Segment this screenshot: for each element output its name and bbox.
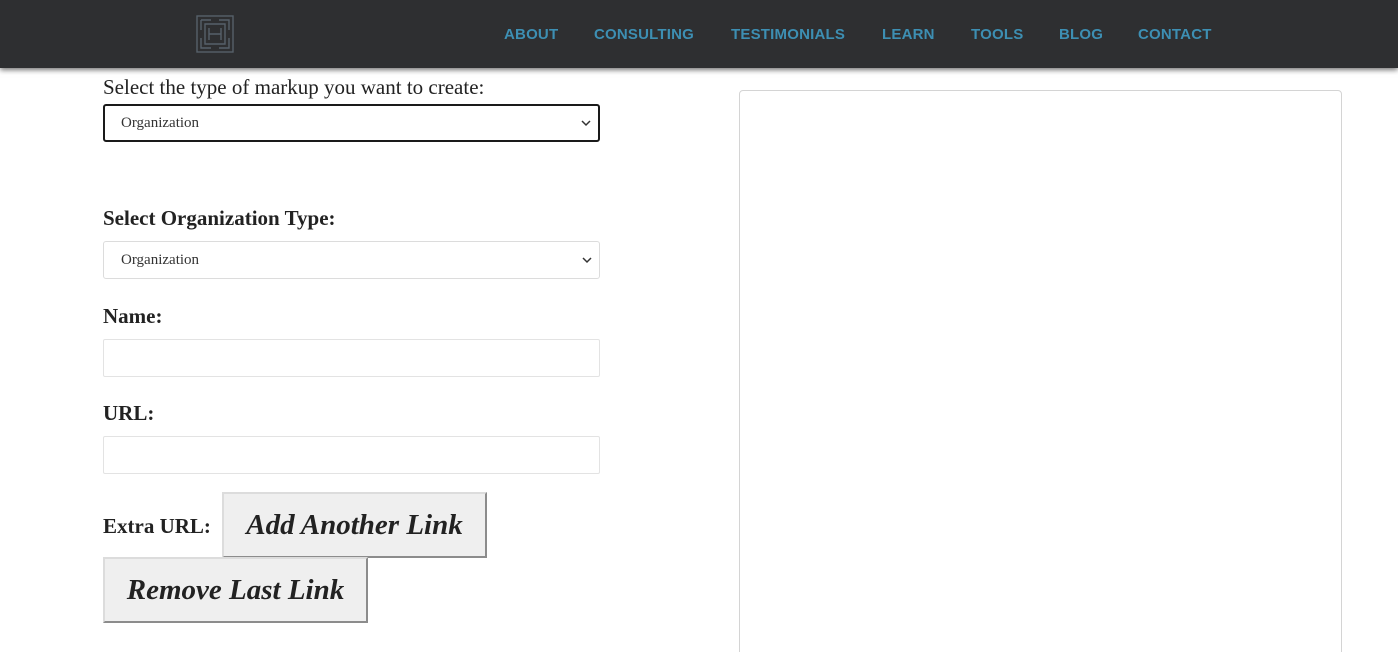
url-label: URL: — [103, 401, 155, 425]
name-label: Name: — [103, 304, 163, 328]
json-ld-output-panel[interactable] — [739, 90, 1342, 652]
nav-link-contact[interactable]: CONTACT — [1138, 26, 1212, 44]
name-input[interactable] — [103, 339, 600, 377]
url-input[interactable] — [103, 436, 600, 474]
maze-square-logo-icon[interactable] — [196, 15, 234, 53]
nav-link-blog[interactable]: BLOG — [1059, 26, 1103, 44]
nav-link-tools[interactable]: TOOLS — [971, 26, 1023, 44]
nav-link-testimonials[interactable]: TESTIMONIALS — [731, 26, 845, 44]
organization-type-select[interactable]: Organization — [103, 241, 600, 279]
markup-type-selected-value: Organization — [121, 115, 200, 131]
markup-type-label: Select the type of markup you want to cr… — [103, 75, 485, 99]
top-navigation-bar: ABOUT CONSULTING TESTIMONIALS LEARN TOOL… — [0, 0, 1398, 68]
json-ld-output-code — [740, 91, 1341, 115]
nav-link-consulting[interactable]: CONSULTING — [594, 26, 694, 44]
markup-type-select[interactable]: Organization — [103, 104, 600, 142]
next-field-label-partial — [103, 646, 463, 652]
add-another-link-button[interactable]: Add Another Link — [222, 492, 487, 558]
nav-link-about[interactable]: ABOUT — [504, 26, 558, 44]
organization-type-selected-value: Organization — [121, 252, 200, 268]
chevron-down-icon — [582, 257, 592, 264]
extra-url-label: Extra URL: — [103, 514, 211, 538]
organization-type-label: Select Organization Type: — [103, 206, 336, 230]
chevron-down-icon — [581, 120, 591, 127]
remove-last-link-button[interactable]: Remove Last Link — [103, 557, 368, 623]
nav-link-learn[interactable]: LEARN — [882, 26, 935, 44]
